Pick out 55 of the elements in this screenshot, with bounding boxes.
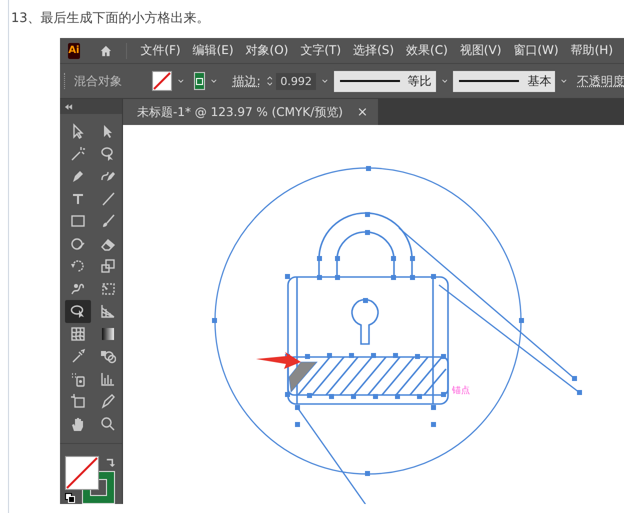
symbol-sprayer-icon bbox=[70, 370, 86, 387]
pointer-arrow bbox=[256, 352, 301, 369]
menu-item[interactable]: 效果(C) bbox=[406, 42, 448, 59]
close-tab-button[interactable]: × bbox=[356, 104, 368, 120]
paintbrush-icon bbox=[100, 213, 116, 230]
eyedropper-icon bbox=[70, 348, 86, 364]
line-tool-icon bbox=[100, 190, 116, 207]
scale-tool-icon bbox=[100, 258, 116, 274]
caret-icon[interactable] bbox=[178, 78, 184, 84]
shape-builder-icon bbox=[70, 303, 86, 320]
rectangle-tool-icon bbox=[70, 213, 86, 230]
menu-item[interactable]: 文字(T) bbox=[300, 42, 342, 59]
blend-tool-icon bbox=[100, 348, 116, 364]
width-profile-dropdown[interactable]: 等比 bbox=[334, 70, 436, 92]
perspective-grid-icon bbox=[100, 303, 116, 320]
slice-tool-icon bbox=[100, 393, 116, 410]
gradient-icon bbox=[100, 326, 116, 342]
stroke-label[interactable]: 描边: bbox=[232, 72, 261, 90]
caret-icon[interactable] bbox=[210, 78, 217, 84]
caret-icon[interactable] bbox=[322, 78, 328, 84]
lasso-icon bbox=[100, 146, 116, 162]
artboard-tool-icon bbox=[70, 393, 86, 410]
stroke-weight-field[interactable]: 0.992 bbox=[276, 72, 316, 90]
magic-wand-icon bbox=[70, 146, 86, 162]
free-transform-icon bbox=[100, 280, 116, 297]
menu-item[interactable]: 对象(O) bbox=[246, 42, 288, 59]
menu-item[interactable]: 选择(S) bbox=[353, 42, 394, 59]
menu-item[interactable]: 窗口(W) bbox=[513, 42, 559, 59]
menu-item[interactable]: 文件(F) bbox=[140, 42, 181, 59]
collapse-icon[interactable] bbox=[64, 104, 73, 110]
shaper-icon bbox=[70, 236, 86, 252]
anchor-point-label: 锚点 bbox=[452, 386, 470, 396]
caret-icon[interactable] bbox=[561, 78, 568, 84]
fill-swatch[interactable] bbox=[152, 71, 172, 91]
tool-button[interactable] bbox=[65, 300, 91, 322]
bar-graph-icon bbox=[100, 370, 116, 387]
menu-item[interactable]: 帮助(H) bbox=[570, 42, 613, 59]
selection-type-label: 混合对象 bbox=[74, 72, 122, 90]
brush-dropdown[interactable]: 基本 bbox=[453, 70, 556, 92]
menu-item[interactable]: 视图(V) bbox=[460, 42, 502, 59]
hand-tool-icon bbox=[70, 416, 86, 432]
app-logo: Ai bbox=[68, 42, 80, 58]
default-colors-icon[interactable] bbox=[65, 493, 75, 503]
fill-color-swatch[interactable] bbox=[65, 456, 99, 490]
pen-icon bbox=[70, 168, 86, 184]
caret-icon[interactable] bbox=[442, 78, 448, 84]
swap-arrow-icon[interactable] bbox=[105, 456, 116, 467]
stroke-swatch[interactable] bbox=[194, 72, 205, 90]
document-title: 未标题-1* @ 123.97 % (CMYK/预览) bbox=[137, 104, 343, 120]
mesh-tool-icon bbox=[70, 326, 86, 342]
document-tab[interactable]: 未标题-1* @ 123.97 % (CMYK/预览) × bbox=[123, 99, 378, 125]
zoom-search-icon bbox=[100, 416, 116, 432]
rotate-icon bbox=[70, 258, 86, 274]
menu-item[interactable]: 编辑(E) bbox=[192, 42, 234, 59]
step-caption: 13、最后生成下面的小方格出来。 bbox=[10, 10, 211, 28]
